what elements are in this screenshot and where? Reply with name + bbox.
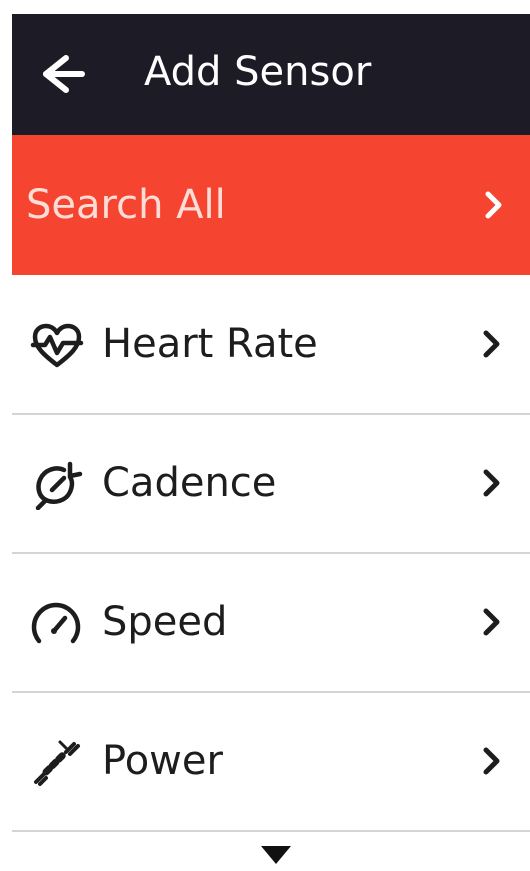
divider [12,830,530,832]
search-all-label: Search All [26,182,226,228]
back-button[interactable] [32,52,92,96]
sensor-item-label: Heart Rate [102,321,318,367]
sensor-item-heart-rate[interactable]: Heart Rate [12,276,530,414]
header-bar: Add Sensor [12,14,530,135]
power-meter-icon [30,738,84,788]
heart-rate-icon [30,321,84,371]
speedometer-icon [30,599,84,649]
sensor-item-label: Cadence [102,460,277,506]
chevron-right-icon [482,608,502,640]
arrow-left-icon [43,55,85,93]
sensor-item-label: Speed [102,599,228,645]
chevron-right-icon [482,469,502,501]
page-title: Add Sensor [144,49,372,95]
add-sensor-screen: Add Sensor Search All Heart Rate Cadence… [0,0,530,871]
chevron-right-icon [484,191,504,223]
cadence-icon [30,460,84,510]
sensor-item-speed[interactable]: Speed [12,554,530,692]
sensor-item-cadence[interactable]: Cadence [12,415,530,553]
triangle-down-icon [261,846,291,864]
chevron-right-icon [482,330,502,362]
sensor-item-power[interactable]: Power [12,693,530,831]
scroll-more-indicator[interactable] [259,844,293,866]
sensor-item-label: Power [102,738,223,784]
chevron-right-icon [482,747,502,779]
search-all-button[interactable]: Search All [12,135,530,275]
